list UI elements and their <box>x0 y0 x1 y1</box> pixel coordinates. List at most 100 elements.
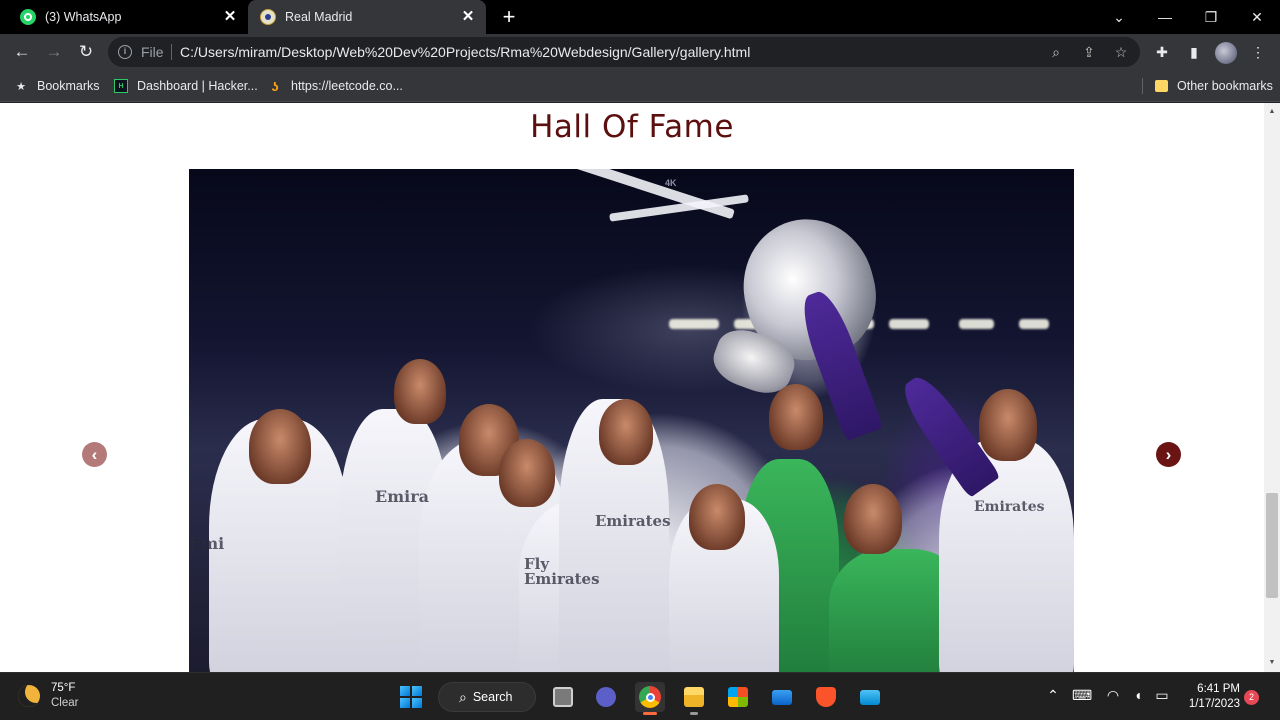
weather-widget[interactable]: 75°F Clear <box>18 681 78 711</box>
gallery-slide-image: 4K Emi Emira Emirates Fly Emirates Emira… <box>189 169 1074 672</box>
new-tab-button[interactable]: + <box>498 6 520 28</box>
taskbar-search[interactable]: ⌕ Search <box>438 682 536 712</box>
moon-icon <box>18 685 40 707</box>
tab-search-chevron-icon[interactable]: ⌄ <box>1096 0 1142 34</box>
start-button[interactable] <box>396 682 426 712</box>
tab-title: (3) WhatsApp <box>45 10 122 24</box>
site-info-icon[interactable]: i <box>118 45 132 59</box>
battery-icon[interactable]: ▭ <box>1152 687 1172 704</box>
monitor-icon <box>860 689 880 705</box>
keyboard-icon[interactable]: ⌨ <box>1072 687 1092 704</box>
task-view-icon <box>553 687 573 707</box>
player-head <box>844 484 902 554</box>
player-head <box>249 409 311 484</box>
sponsor-text: Emi <box>189 534 225 553</box>
scroll-down-arrow-icon[interactable]: ▼ <box>1264 656 1280 670</box>
mail-icon <box>772 689 792 705</box>
player-head <box>769 384 823 450</box>
reload-button[interactable]: ↻ <box>72 38 100 66</box>
mail-button[interactable] <box>767 682 797 712</box>
folder-icon <box>684 687 704 707</box>
address-bar[interactable]: i File C:/Users/miram/Desktop/Web%20Dev%… <box>108 37 1140 67</box>
page-title: Hall Of Fame <box>530 109 734 145</box>
file-explorer-button[interactable] <box>679 682 709 715</box>
divider <box>171 44 172 60</box>
system-clock[interactable]: 6:41 PM 1/17/2023 <box>1184 682 1240 712</box>
weather-temp: 75°F <box>51 682 76 694</box>
search-label: Search <box>472 690 513 704</box>
close-tab-icon[interactable]: ✕ <box>222 9 238 25</box>
clock-date: 1/17/2023 <box>1188 698 1240 710</box>
url-text[interactable]: C:/Users/miram/Desktop/Web%20Dev%20Proje… <box>180 44 750 60</box>
divider <box>1142 78 1143 94</box>
player-head <box>394 359 446 424</box>
chrome-icon <box>639 686 661 708</box>
next-slide-button[interactable]: › <box>1156 442 1181 467</box>
profile-avatar[interactable] <box>1215 42 1237 64</box>
browser-toolbar: ← → ↻ i File C:/Users/miram/Desktop/Web%… <box>0 34 1280 70</box>
sponsor-text: Fly Emirates <box>524 555 600 588</box>
stadium-light <box>889 319 929 329</box>
bookmark-hackerrank[interactable]: H Dashboard | Hacker... <box>114 77 258 95</box>
menu-kebab-icon[interactable]: ⋮ <box>1248 42 1268 62</box>
minimize-button[interactable]: — <box>1142 0 1188 34</box>
bookmark-bookmarks[interactable]: ★ Bookmarks <box>14 77 100 95</box>
tab-real-madrid[interactable]: Real Madrid ✕ <box>248 0 486 34</box>
brave-button[interactable] <box>811 682 841 712</box>
bookmark-label: Other bookmarks <box>1177 79 1273 93</box>
task-view-button[interactable] <box>548 682 578 712</box>
bookmark-leetcode[interactable]: ʖ https://leetcode.co... <box>268 77 403 95</box>
folder-icon <box>1155 80 1168 92</box>
tab-strip: (3) WhatsApp ✕ Real Madrid ✕ + ⌄ — ❐ ✕ <box>0 0 1280 34</box>
slide-badge: 4K <box>665 178 677 188</box>
previous-slide-button[interactable]: ‹ <box>82 442 107 467</box>
sponsor-text: Emira <box>375 487 429 506</box>
sponsor-text: Emirates <box>595 512 671 530</box>
bookmarks-bar: ★ Bookmarks H Dashboard | Hacker... ʖ ht… <box>0 70 1280 102</box>
bookmark-star-icon[interactable]: ☆ <box>1111 42 1131 62</box>
page-viewport: Hall Of Fame 4K Emi Emira Emirates Fly E… <box>0 103 1264 672</box>
page-scrollbar[interactable]: ▲ ▼ <box>1264 103 1280 672</box>
remote-desktop-button[interactable] <box>855 682 885 712</box>
running-indicator <box>690 712 698 715</box>
show-hidden-icons-chevron-icon[interactable]: ⌃ <box>1044 687 1062 704</box>
scroll-up-arrow-icon[interactable]: ▲ <box>1264 105 1280 119</box>
chrome-taskbar-button[interactable] <box>635 682 665 715</box>
leetcode-icon: ʖ <box>271 78 279 94</box>
scrollbar-thumb[interactable] <box>1266 493 1278 598</box>
tab-whatsapp[interactable]: (3) WhatsApp ✕ <box>8 0 248 34</box>
hackerrank-icon: H <box>114 79 128 93</box>
teams-chat-button[interactable] <box>591 682 621 712</box>
scheme-label: File <box>141 44 164 60</box>
side-panel-icon[interactable]: ▮ <box>1184 42 1204 62</box>
bookmark-label: Dashboard | Hacker... <box>137 79 258 93</box>
stadium-light <box>1019 319 1049 329</box>
clock-time: 6:41 PM <box>1197 683 1240 695</box>
player-head <box>499 439 555 507</box>
restore-button[interactable]: ❐ <box>1188 0 1234 34</box>
wifi-icon[interactable]: ◠ <box>1103 687 1123 704</box>
close-window-button[interactable]: ✕ <box>1234 0 1280 34</box>
real-madrid-crest-icon <box>260 9 276 25</box>
back-button[interactable]: ← <box>8 38 36 66</box>
microsoft-store-button[interactable] <box>723 682 753 712</box>
tab-title: Real Madrid <box>285 10 353 24</box>
teams-chat-icon <box>596 687 616 707</box>
share-icon[interactable]: ⇪ <box>1079 42 1099 62</box>
sponsor-text: Emirates <box>974 499 1045 515</box>
bookmark-label: https://leetcode.co... <box>291 79 403 93</box>
bookmark-label: Bookmarks <box>37 79 100 93</box>
stadium-light <box>669 319 719 329</box>
player-head <box>979 389 1037 461</box>
other-bookmarks-folder[interactable]: Other bookmarks <box>1155 77 1273 95</box>
star-icon: ★ <box>16 80 26 93</box>
volume-icon[interactable]: ◖ <box>1128 687 1148 703</box>
player-head <box>689 484 745 550</box>
whatsapp-icon <box>20 9 36 25</box>
close-tab-icon[interactable]: ✕ <box>460 9 476 25</box>
extensions-icon[interactable]: ✚ <box>1152 42 1172 62</box>
zoom-icon[interactable]: ⌕ <box>1046 42 1066 62</box>
weather-condition: Clear <box>51 697 79 709</box>
notification-badge[interactable]: 2 <box>1244 690 1259 705</box>
forward-button[interactable]: → <box>40 38 68 66</box>
